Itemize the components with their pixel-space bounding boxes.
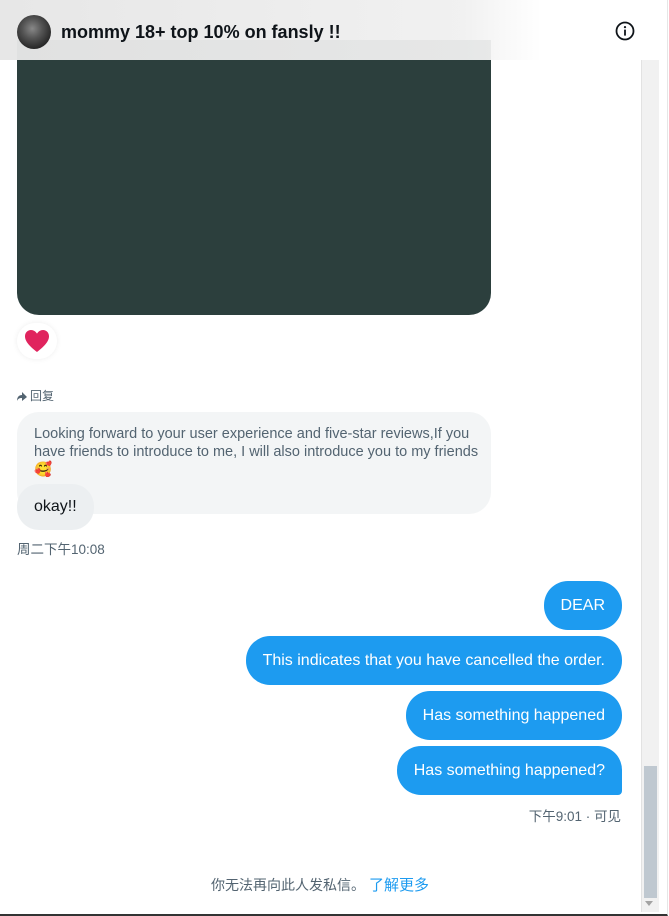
outgoing-message[interactable]: This indicates that you have cancelled t… [245,636,622,685]
incoming-timestamp: 周二下午10:08 [17,542,105,557]
scroll-down-arrow-icon[interactable] [645,901,653,906]
outgoing-message[interactable]: Has something happened [405,691,622,740]
reply-arrow-icon [17,392,27,401]
image-attachment[interactable] [17,40,491,315]
reply-label: 回复 [30,389,55,403]
scrollbar-thumb[interactable] [644,766,657,898]
outgoing-message[interactable]: DEAR [543,581,622,630]
outgoing-timestamp: 下午9:01 · 可见 [528,809,621,824]
reply-indicator: 回复 [17,387,54,404]
avatar[interactable] [17,15,51,49]
conversation-header: mommy 18+ top 10% on fansly !! [0,0,660,60]
heart-reaction[interactable] [17,323,57,359]
dm-disabled-text: 你无法再向此人发私信。 [210,877,365,893]
learn-more-link[interactable]: 了解更多 [369,877,429,894]
quoted-message-text: Looking forward to your user experience … [34,426,479,478]
incoming-message[interactable]: okay!! [17,484,94,530]
red-heart-icon [25,330,49,352]
outgoing-message[interactable]: Has something happened? [396,746,622,795]
dm-conversation-window: mommy 18+ top 10% on fansly !! 回复 Lookin… [0,0,668,916]
conversation-title[interactable]: mommy 18+ top 10% on fansly !! [61,22,341,43]
info-circle-icon[interactable] [615,21,635,41]
dm-disabled-notice: 你无法再向此人发私信。 了解更多 [0,874,640,895]
